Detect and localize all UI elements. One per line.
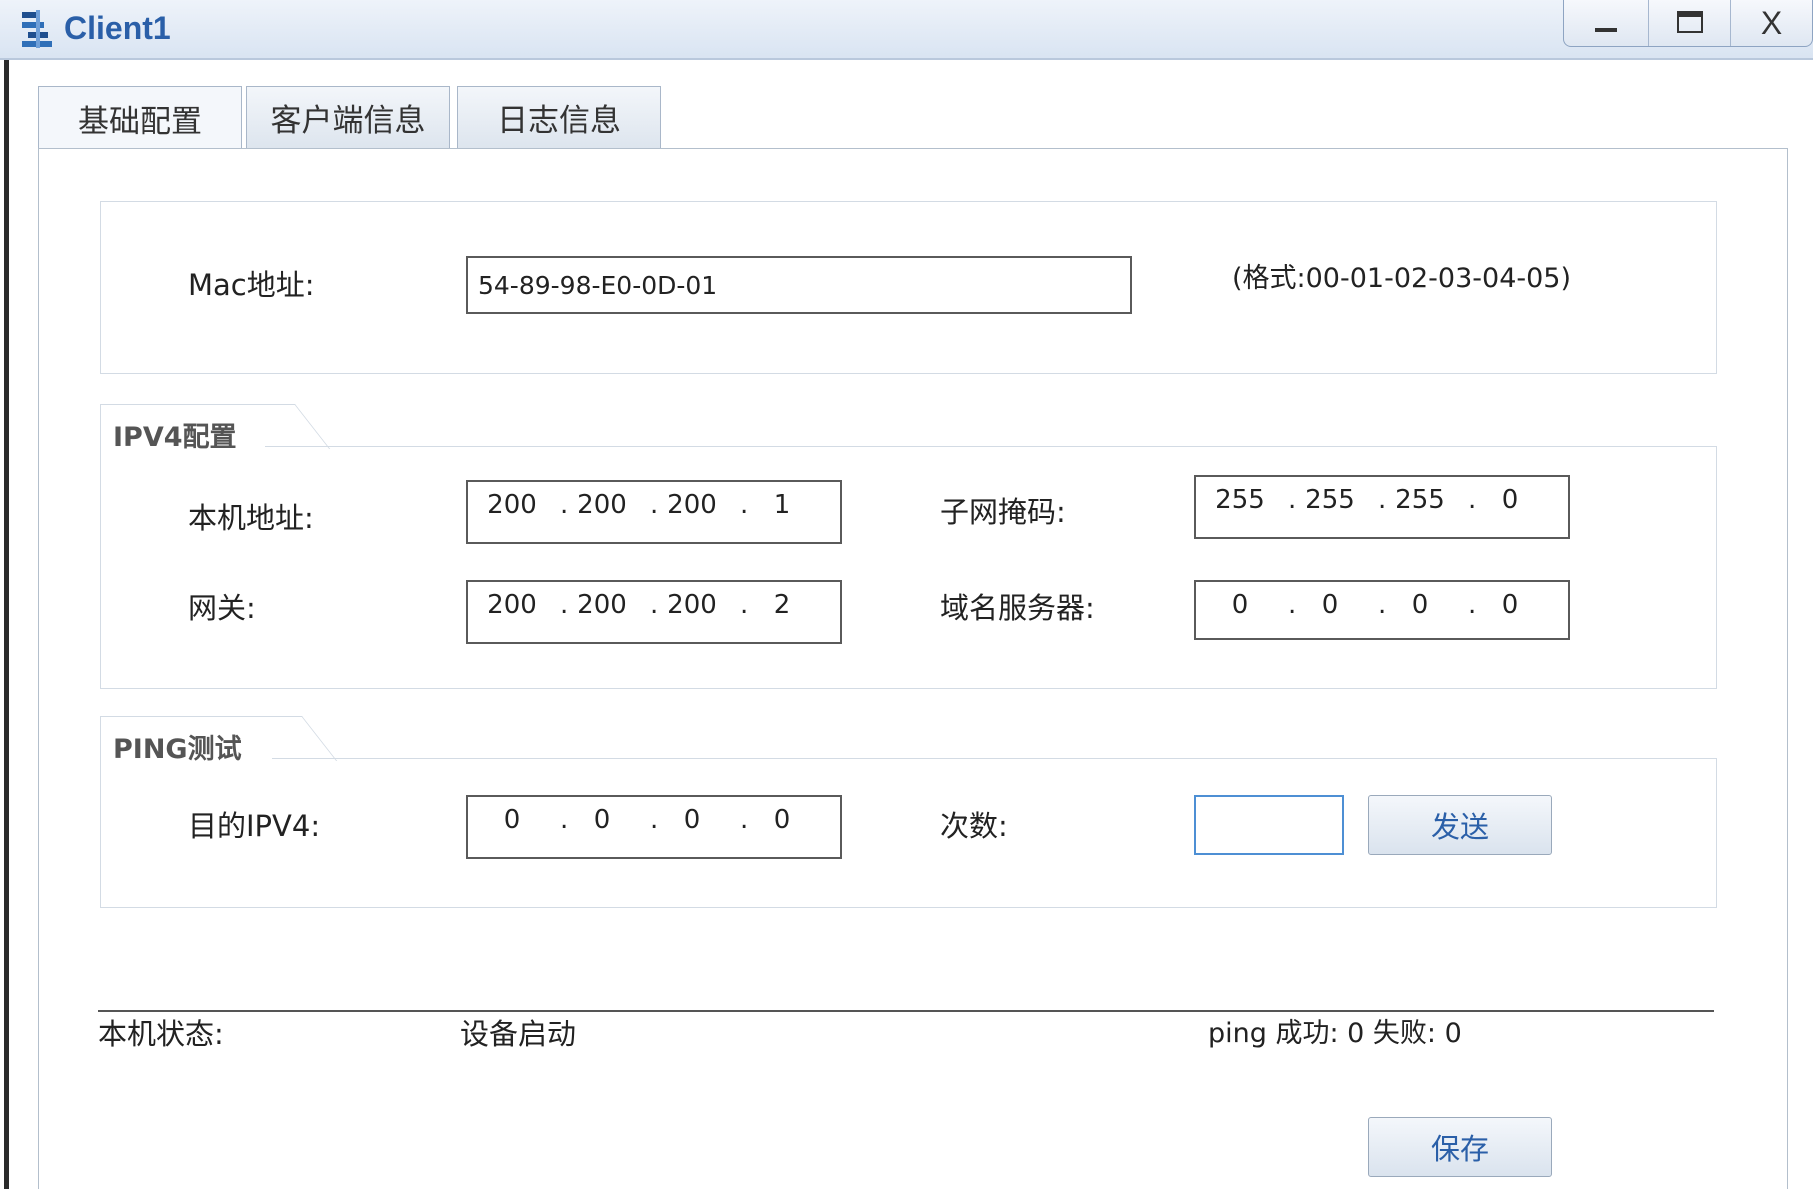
ping-group-title-text: PING测试 <box>113 734 242 765</box>
ip-octet: 0 <box>683 805 701 835</box>
tab-label: 日志信息 <box>497 103 621 139</box>
ip-octet: 0 <box>773 805 791 835</box>
mac-format-hint: (格式:00-01-02-03-04-05) <box>1232 263 1572 294</box>
ip-dot: . <box>560 490 569 520</box>
tab-label: 基础配置 <box>78 104 202 140</box>
ip-dot: . <box>740 490 749 520</box>
status-divider <box>98 1010 1714 1012</box>
ip-dot: . <box>1468 590 1477 620</box>
ip-octet: 255 <box>1395 485 1445 515</box>
tab-label: 客户端信息 <box>270 103 426 139</box>
ip-octet: 200 <box>577 490 627 520</box>
subnet-mask-input[interactable]: 255 . 255 . 255 . 0 <box>1194 475 1570 539</box>
local-ip-input[interactable]: 200 . 200 . 200 . 1 <box>466 480 842 544</box>
ip-dot: . <box>1288 485 1297 515</box>
ip-dot: . <box>560 590 569 620</box>
ipv4-group-title-text: IPV4配置 <box>113 422 237 453</box>
ip-dot: . <box>1288 590 1297 620</box>
send-button-label: 发送 <box>1430 810 1489 844</box>
ip-dot: . <box>1378 485 1387 515</box>
count-label: 次数: <box>940 809 1008 843</box>
send-button[interactable]: 发送 <box>1368 795 1552 855</box>
dest-ip-label: 目的IPV4: <box>188 809 321 843</box>
ip-octet: 2 <box>773 590 791 620</box>
ip-octet: 255 <box>1215 485 1265 515</box>
ip-dot: . <box>650 490 659 520</box>
minimize-icon <box>1595 28 1617 32</box>
maximize-icon <box>1676 11 1703 33</box>
ip-octet: 1 <box>773 490 791 520</box>
ip-dot: . <box>650 590 659 620</box>
window-left-border <box>4 60 9 1189</box>
ip-octet: 0 <box>503 805 521 835</box>
ip-octet: 200 <box>667 590 717 620</box>
ip-octet: 255 <box>1305 485 1355 515</box>
dns-input[interactable]: 0 . 0 . 0 . 0 <box>1194 580 1570 640</box>
tab-basic-config[interactable]: 基础配置 <box>38 86 242 150</box>
ip-octet: 0 <box>1321 590 1339 620</box>
ip-dot: . <box>740 590 749 620</box>
mac-address-input[interactable] <box>466 256 1132 314</box>
window-title: Client1 <box>64 10 171 46</box>
ip-octet: 200 <box>487 490 537 520</box>
maximize-button[interactable] <box>1648 0 1730 46</box>
ip-octet: 200 <box>667 490 717 520</box>
ipv4-group-title: IPV4配置 <box>100 404 265 453</box>
tab-client-info[interactable]: 客户端信息 <box>246 86 450 148</box>
dest-ip-input[interactable]: 0 . 0 . 0 . 0 <box>466 795 842 859</box>
ping-result: ping 成功: 0 失败: 0 <box>1208 1018 1462 1049</box>
title-bar[interactable]: Client1 X <box>0 0 1813 60</box>
ip-dot: . <box>740 805 749 835</box>
window-controls: X <box>1563 0 1813 47</box>
ping-count-input[interactable] <box>1194 795 1344 855</box>
close-icon: X <box>1760 4 1783 41</box>
gateway-input[interactable]: 200 . 200 . 200 . 2 <box>466 580 842 644</box>
ip-octet: 0 <box>1501 485 1519 515</box>
ping-group-title: PING测试 <box>100 716 272 765</box>
ip-octet: 0 <box>1411 590 1429 620</box>
network-client-icon <box>22 10 52 48</box>
ip-octet: 0 <box>1501 590 1519 620</box>
status-label: 本机状态: <box>98 1017 224 1051</box>
local-ip-label: 本机地址: <box>188 501 314 535</box>
ip-octet: 200 <box>577 590 627 620</box>
gateway-label: 网关: <box>188 591 256 625</box>
ip-dot: . <box>1378 590 1387 620</box>
dns-label: 域名服务器: <box>940 591 1095 625</box>
ip-octet: 0 <box>593 805 611 835</box>
ip-dot: . <box>650 805 659 835</box>
close-button[interactable]: X <box>1730 0 1812 46</box>
ip-octet: 200 <box>487 590 537 620</box>
ip-dot: . <box>1468 485 1477 515</box>
tab-log-info[interactable]: 日志信息 <box>457 86 661 148</box>
save-button[interactable]: 保存 <box>1368 1117 1552 1177</box>
status-value: 设备启动 <box>460 1017 577 1051</box>
mac-label: Mac地址: <box>188 268 315 302</box>
ip-octet: 0 <box>1231 590 1249 620</box>
minimize-button[interactable] <box>1564 0 1648 46</box>
subnet-mask-label: 子网掩码: <box>940 495 1066 529</box>
ip-dot: . <box>560 805 569 835</box>
save-button-label: 保存 <box>1430 1132 1489 1166</box>
